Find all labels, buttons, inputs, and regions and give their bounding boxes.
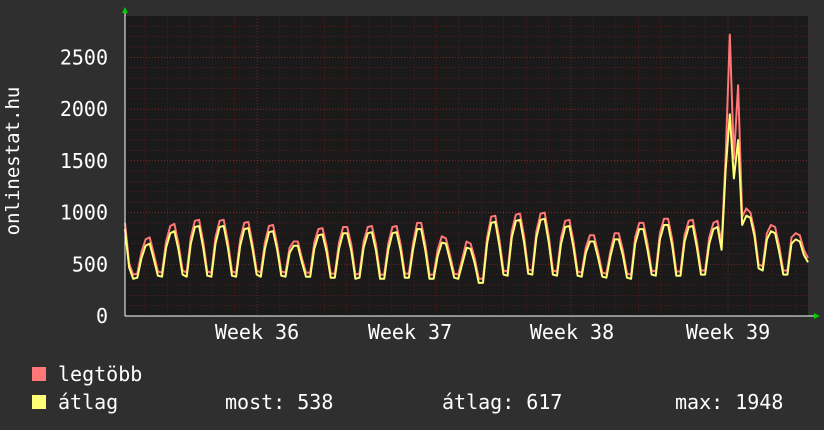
stat-max: max: 1948 xyxy=(675,390,784,414)
stat-average: átlag: 617 xyxy=(442,390,563,414)
y-tick-labels: 0 500 1000 1500 2000 2500 xyxy=(60,45,108,328)
y-tick-label: 1000 xyxy=(60,201,108,225)
x-axis-arrow-icon xyxy=(814,313,820,319)
x-tick-label: Week 37 xyxy=(368,320,452,344)
y-tick-label: 500 xyxy=(72,252,108,276)
y-tick-label: 1500 xyxy=(60,149,108,173)
legend-swatch-legtobb xyxy=(32,367,46,381)
legend-label-atlag: átlag xyxy=(58,390,119,414)
legend-item-atlag: átlag xyxy=(32,390,118,414)
legend-item-legtobb: legtöbb xyxy=(32,362,142,386)
y-axis-arrow-icon xyxy=(122,7,128,13)
x-tick-label: Week 36 xyxy=(215,320,299,344)
legend-swatch-atlag xyxy=(32,395,46,409)
stat-current: most: 538 xyxy=(225,390,334,414)
y-axis-label: onlinestat.hu xyxy=(2,86,24,236)
legend-label-legtobb: legtöbb xyxy=(58,362,143,386)
y-tick-label: 2500 xyxy=(60,45,108,69)
x-tick-label: Week 39 xyxy=(686,320,770,344)
x-tick-labels: Week 36 Week 37 Week 38 Week 39 xyxy=(215,320,770,344)
y-tick-label: 2000 xyxy=(60,97,108,121)
x-tick-label: Week 38 xyxy=(530,320,614,344)
y-tick-label: 0 xyxy=(96,304,108,328)
